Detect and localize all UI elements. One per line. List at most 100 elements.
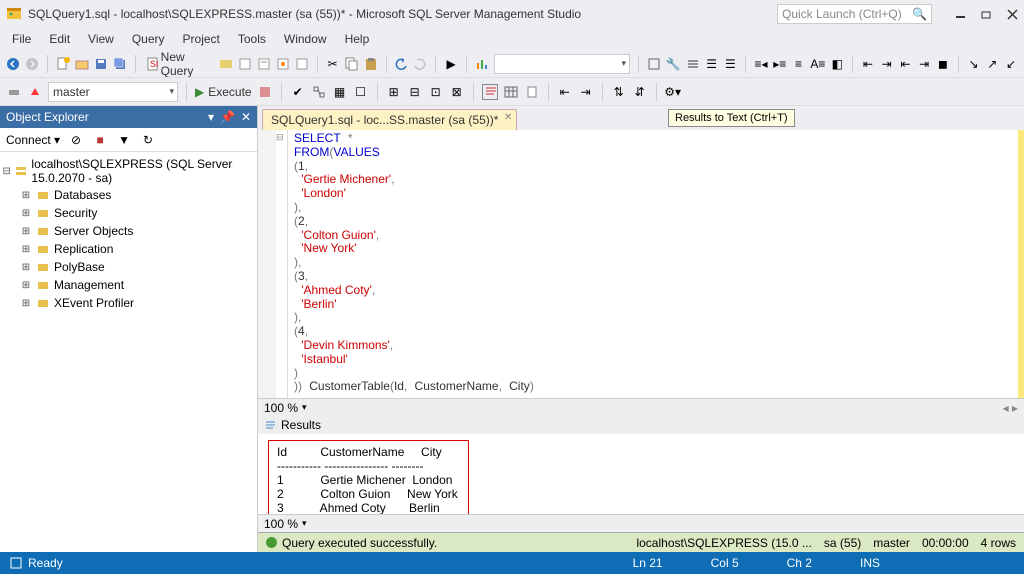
live-icon[interactable]: ☐ — [353, 84, 369, 100]
open-icon[interactable] — [75, 56, 89, 72]
script-icon-a[interactable] — [238, 56, 252, 72]
tree-polybase[interactable]: ⊞PolyBase — [20, 258, 255, 276]
q1-icon[interactable]: ⊞ — [386, 84, 402, 100]
bookmark-icon[interactable]: ◧ — [830, 56, 844, 72]
panel-pin-icon[interactable]: 📌 — [220, 110, 235, 124]
find-icon[interactable]: ▶ — [444, 56, 458, 72]
sql-editor[interactable]: SELECT * FROM(VALUES (1, 'Gertie Michene… — [288, 130, 1024, 398]
tr1-icon[interactable]: ↘ — [967, 56, 981, 72]
solution-combo[interactable] — [494, 54, 630, 74]
statusbar: Ready Ln 21 Col 5 Ch 2 INS — [0, 552, 1024, 574]
stop-icon[interactable] — [257, 84, 273, 100]
cut-icon[interactable]: ✂ — [326, 56, 340, 72]
saveall-icon[interactable] — [113, 56, 127, 72]
menu-query[interactable]: Query — [124, 30, 173, 48]
stats-icon[interactable]: ▦ — [332, 84, 348, 100]
query-tab[interactable]: SQLQuery1.sql - loc...SS.master (sa (55)… — [262, 109, 517, 130]
menu-view[interactable]: View — [80, 30, 122, 48]
stop-icon[interactable]: ■ — [92, 132, 108, 148]
tree-server-objects[interactable]: ⊞Server Objects — [20, 222, 255, 240]
change-conn-icon[interactable] — [27, 84, 43, 100]
query-status: Query executed successfully. localhost\S… — [258, 532, 1024, 552]
results-tab[interactable]: Results — [258, 416, 1024, 434]
menu-file[interactable]: File — [4, 30, 39, 48]
disconnect-icon[interactable]: ⊘ — [68, 132, 84, 148]
outdent-icon[interactable]: ⇥ — [578, 84, 594, 100]
refresh-icon[interactable]: ↻ — [140, 132, 156, 148]
paste-icon[interactable] — [364, 56, 378, 72]
bm4-icon[interactable]: ⇥ — [917, 56, 931, 72]
indent-left-icon[interactable]: ≡◂ — [754, 56, 768, 72]
restore-button[interactable] — [980, 8, 992, 20]
editor-zoom[interactable]: 100 %▾◂ ▸ — [258, 398, 1024, 416]
close-button[interactable] — [1006, 8, 1018, 20]
bm5-icon[interactable]: ◼ — [936, 56, 950, 72]
sort2-icon[interactable]: ⇵ — [632, 84, 648, 100]
bm2-icon[interactable]: ⇥ — [880, 56, 894, 72]
plan-icon[interactable] — [311, 84, 327, 100]
uncomment-icon[interactable]: A≡ — [810, 56, 825, 72]
tr2-icon[interactable]: ↗ — [985, 56, 999, 72]
ext4-icon[interactable]: ☰ — [705, 56, 719, 72]
object-explorer-tree[interactable]: ⊟localhost\SQLEXPRESS (SQL Server 15.0.2… — [0, 152, 257, 552]
ext3-icon[interactable] — [686, 56, 700, 72]
menu-project[interactable]: Project — [175, 30, 228, 48]
new-query-button[interactable]: sqlNew Query — [144, 50, 214, 78]
results-zoom[interactable]: 100 %▾ — [258, 514, 1024, 532]
tab-close-icon[interactable]: ✕ — [504, 112, 512, 123]
copy-icon[interactable] — [345, 56, 359, 72]
redo-icon[interactable] — [413, 56, 427, 72]
xe-icon[interactable] — [219, 56, 233, 72]
save-icon[interactable] — [94, 56, 108, 72]
opts-icon[interactable]: ⚙▾ — [665, 84, 681, 100]
tree-databases[interactable]: ⊞Databases — [20, 186, 255, 204]
execute-button[interactable]: ▶Execute — [195, 85, 252, 99]
tree-replication[interactable]: ⊞Replication — [20, 240, 255, 258]
menu-edit[interactable]: Edit — [41, 30, 78, 48]
minimize-button[interactable] — [954, 8, 966, 20]
undo-icon[interactable] — [394, 56, 408, 72]
editor-outline[interactable] — [276, 130, 288, 398]
sort1-icon[interactable]: ⇅ — [611, 84, 627, 100]
ext2-icon[interactable]: 🔧 — [666, 56, 681, 72]
indent-icon[interactable]: ⇤ — [557, 84, 573, 100]
back-icon[interactable] — [6, 56, 20, 72]
q4-icon[interactable]: ⊠ — [449, 84, 465, 100]
q3-icon[interactable]: ⊡ — [428, 84, 444, 100]
toolbar-main: sqlNew Query ✂ ▶ 🔧 ☰ ☰ ≡◂ ▸≡ ≡ A≡ ◧ ⇤ ⇥ … — [0, 50, 1024, 78]
filter-icon[interactable]: ▼ — [116, 132, 132, 148]
menu-help[interactable]: Help — [337, 30, 378, 48]
menu-tools[interactable]: Tools — [230, 30, 274, 48]
ext1-icon[interactable] — [647, 56, 661, 72]
quick-launch-input[interactable]: Quick Launch (Ctrl+Q)🔍 — [777, 4, 932, 24]
database-combo[interactable]: master — [48, 82, 178, 102]
comment-icon[interactable]: ≡ — [792, 56, 806, 72]
new-icon[interactable] — [56, 56, 70, 72]
profile-icon[interactable] — [475, 56, 489, 72]
results-file-icon[interactable] — [524, 84, 540, 100]
panel-close-icon[interactable]: ✕ — [241, 110, 251, 124]
tree-security[interactable]: ⊞Security — [20, 204, 255, 222]
forward-icon[interactable] — [25, 56, 39, 72]
bm1-icon[interactable]: ⇤ — [861, 56, 875, 72]
workspace: Object Explorer ▾📌✕ Connect ▾ ⊘ ■ ▼ ↻ ⊟l… — [0, 106, 1024, 552]
ext5-icon[interactable]: ☰ — [724, 56, 738, 72]
bm3-icon[interactable]: ⇤ — [899, 56, 913, 72]
connect-button[interactable]: Connect ▾ — [6, 133, 60, 147]
results-pane[interactable]: Id CustomerName City ----------- -------… — [258, 434, 1024, 514]
tr3-icon[interactable]: ↙ — [1004, 56, 1018, 72]
menu-window[interactable]: Window — [276, 30, 335, 48]
script-icon-d[interactable] — [295, 56, 309, 72]
results-grid-icon[interactable] — [503, 84, 519, 100]
results-text-icon[interactable] — [482, 84, 498, 100]
panel-dropdown-icon[interactable]: ▾ — [208, 110, 214, 124]
tree-xevent[interactable]: ⊞XEvent Profiler — [20, 294, 255, 312]
indent-right-icon[interactable]: ▸≡ — [773, 56, 787, 72]
tree-management[interactable]: ⊞Management — [20, 276, 255, 294]
script-icon-c[interactable] — [276, 56, 290, 72]
conn-icon[interactable] — [6, 84, 22, 100]
server-node[interactable]: ⊟localhost\SQLEXPRESS (SQL Server 15.0.2… — [2, 156, 255, 186]
q2-icon[interactable]: ⊟ — [407, 84, 423, 100]
parse-icon[interactable]: ✔ — [290, 84, 306, 100]
script-icon-b[interactable] — [257, 56, 271, 72]
